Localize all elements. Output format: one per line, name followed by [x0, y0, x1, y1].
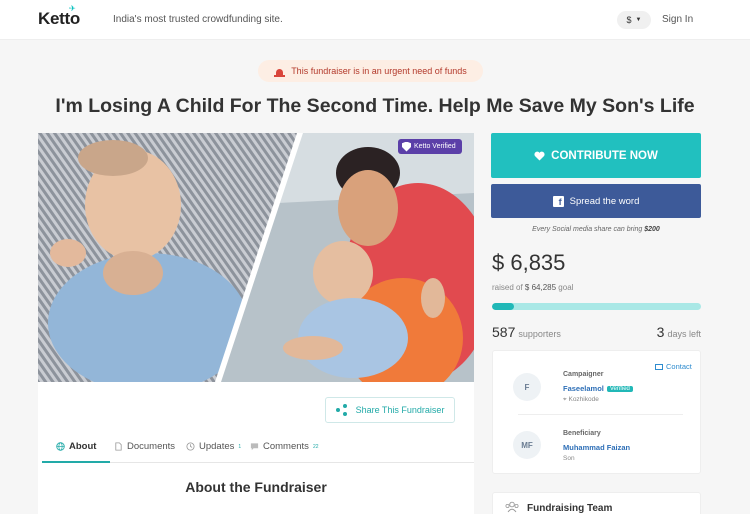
page-title: I'm Losing A Child For The Second Time. …: [55, 95, 695, 117]
contribute-label: CONTRIBUTE NOW: [551, 149, 658, 162]
globe-icon: [56, 442, 65, 451]
progress-bar: [492, 303, 701, 310]
fundraiser-details-card: Share This Fundraiser About Documents Up…: [38, 382, 474, 514]
beneficiary-avatar: MF: [513, 431, 541, 459]
tab-bar: About Documents Updates 1 Comments 22: [42, 435, 474, 463]
heart-icon: [534, 151, 545, 161]
campaigner-name[interactable]: Faseelamol Verified: [563, 384, 633, 393]
facebook-icon: f: [552, 195, 564, 207]
goal-amount: $ 64,285: [524, 283, 557, 292]
mail-icon: [655, 363, 663, 370]
tab-count: 1: [238, 443, 242, 450]
sign-in-link[interactable]: Sign In: [662, 14, 693, 25]
days-label: days left: [667, 329, 701, 339]
goal-suffix: goal: [558, 283, 574, 292]
bird-icon: ✈: [69, 4, 76, 13]
share-label: Share This Fundraiser: [355, 405, 445, 415]
tab-comments[interactable]: Comments 22: [250, 441, 319, 452]
team-title: Fundraising Team: [527, 503, 613, 514]
beneficiary-relation: Son: [563, 455, 575, 462]
social-note-text: Every Social media share can bring: [532, 226, 643, 233]
tab-label: About: [69, 441, 97, 452]
location-pin-icon: ⌖: [563, 396, 567, 403]
tab-count: 22: [312, 443, 319, 450]
goal-text: raised of $ 64,285 goal: [492, 283, 573, 292]
urgent-banner: This fundraiser is in an urgent need of …: [258, 60, 483, 82]
campaigner-role: Campaigner: [563, 371, 604, 378]
campaigner-avatar: F: [513, 373, 541, 401]
tab-label: Documents: [127, 441, 176, 452]
social-share-note: Every Social media share can bring $200: [491, 226, 701, 233]
days-number: 3: [656, 324, 665, 340]
contact-label: Contact: [666, 362, 692, 371]
social-note-amount: $200: [644, 226, 660, 233]
verified-label: Ketto Verified: [414, 143, 456, 150]
share-icon: [335, 404, 348, 416]
supporters-label: supporters: [518, 329, 561, 339]
campaigner-name-text: Faseelamol: [563, 384, 604, 393]
siren-icon: [274, 67, 286, 77]
fundraising-team-card: Fundraising Team: [492, 492, 701, 514]
spread-label: Spread the word: [569, 195, 640, 207]
tab-about[interactable]: About: [56, 441, 96, 452]
location-text: Kozhikode: [568, 396, 599, 403]
share-fundraiser-button[interactable]: Share This Fundraiser: [325, 397, 455, 423]
tab-label: Updates: [199, 441, 235, 452]
tab-label: Comments: [263, 441, 309, 452]
contribute-now-button[interactable]: CONTRIBUTE NOW: [491, 133, 701, 178]
divider: [518, 414, 683, 415]
fundraiser-image[interactable]: Ketto Verified: [38, 133, 474, 382]
progress-fill: [492, 303, 515, 310]
document-icon: [115, 442, 122, 451]
tagline: India's most trusted crowdfunding site.: [113, 14, 283, 25]
verified-badge: Verified: [606, 385, 633, 392]
shield-icon: [402, 141, 411, 152]
days-left: 3 days left: [600, 324, 701, 340]
currency-selector[interactable]: $ ▼: [617, 11, 651, 29]
amount-raised: $ 6,835: [492, 250, 566, 275]
currency-value: $: [626, 15, 632, 25]
hero-illustration: [38, 133, 474, 382]
chevron-down-icon: ▼: [635, 17, 642, 23]
beneficiary-name: Muhammad Faizan: [563, 443, 631, 452]
ketto-verified-badge: Ketto Verified: [398, 139, 462, 154]
clock-icon: [186, 442, 195, 451]
campaigner-card: Contact F Campaigner Faseelamol Verified…: [492, 350, 701, 474]
active-tab-indicator: [42, 461, 110, 463]
tab-documents[interactable]: Documents: [114, 441, 175, 452]
team-icon: [505, 501, 519, 513]
contact-link[interactable]: Contact: [655, 362, 692, 371]
supporters-count: 587 supporters: [492, 324, 561, 340]
about-heading: About the Fundraiser: [185, 479, 327, 495]
supporters-number: 587: [492, 324, 516, 340]
comment-icon: [250, 443, 259, 451]
tab-updates[interactable]: Updates 1: [186, 441, 241, 452]
top-header: Ketto ✈ India's most trusted crowdfundin…: [0, 0, 750, 40]
beneficiary-role: Beneficiary: [563, 430, 601, 437]
spread-the-word-button[interactable]: f Spread the word: [491, 184, 701, 218]
urgent-text: This fundraiser is in an urgent need of …: [291, 66, 467, 76]
goal-prefix: raised of: [492, 283, 523, 292]
campaigner-location: ⌖ Kozhikode: [563, 396, 599, 404]
